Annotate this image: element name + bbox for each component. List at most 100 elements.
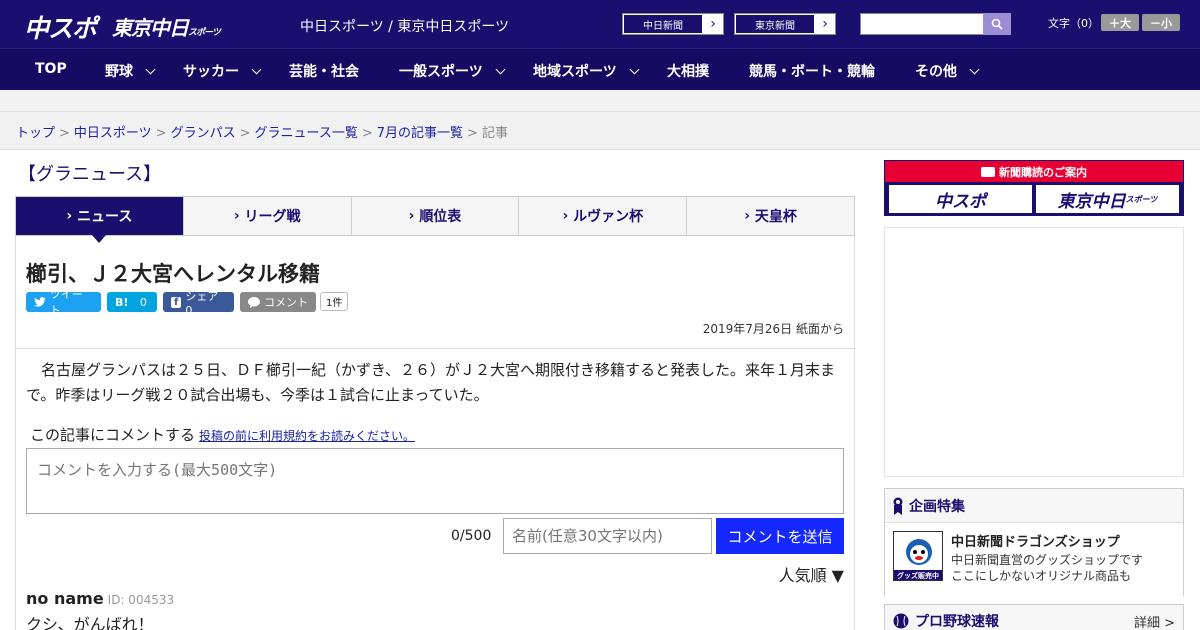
font-larger-button[interactable]: ＋大 (1101, 14, 1139, 31)
ad-slot (884, 227, 1184, 477)
name-input[interactable] (503, 518, 712, 554)
chunichi-sports-logo[interactable]: 中スポ (24, 9, 97, 45)
breadcrumb-july-articles[interactable]: 7月の記事一覧 (377, 126, 463, 141)
font-smaller-button[interactable]: －小 (1142, 14, 1180, 31)
comment-text: クシ、がんばれ！ (26, 615, 154, 630)
chevron-right-icon: › (233, 208, 245, 224)
chevron-down-icon (495, 64, 506, 74)
nav-label: 野球 (105, 64, 133, 80)
tokyo-chunichi-subscribe-logo[interactable]: 東京中日 スポーツ (1036, 185, 1179, 213)
chunichi-shimbun-link[interactable]: 中日新聞 › (622, 13, 724, 35)
featured-heading-label: 企画特集 (909, 498, 965, 515)
chevron-down-icon (251, 64, 262, 74)
nav-item-top[interactable]: TOP (35, 61, 67, 77)
speech-bubble-icon (248, 296, 260, 308)
nav-item-racing[interactable]: 競馬・ボート・競輪 (749, 61, 875, 81)
tab-label: 順位表 (419, 209, 462, 225)
breadcrumb-grampus[interactable]: グランパス (171, 126, 236, 141)
chevron-down-icon (145, 64, 156, 74)
nav-label: 地域スポーツ (533, 64, 617, 80)
char-count: 0/500 (451, 528, 492, 544)
breadcrumb-separator: > (155, 126, 167, 141)
tweet-label: ツイート (49, 288, 83, 317)
breadcrumb-separator: > (467, 126, 478, 141)
subscription-heading: 新聞購読のご案内 (885, 161, 1183, 182)
dragons-shop-item[interactable]: グッズ販売中 中日新聞ドラゴンズショップ 中日新聞直営のグッズショップです ここ… (885, 523, 1183, 596)
dragons-shop-thumbnail: グッズ販売中 (893, 531, 943, 581)
tweet-button[interactable]: ツイート (26, 288, 101, 317)
search-icon (991, 18, 1003, 30)
article-headline: 櫛引、Ｊ２大宮へレンタル移籍 (26, 262, 320, 286)
tab-levain-cup[interactable]: › ルヴァン杯 (519, 197, 688, 235)
submit-comment-button[interactable]: コメントを送信 (716, 518, 844, 554)
nav-item-other[interactable]: その他 (915, 61, 980, 81)
main-nav: TOP 野球 サッカー 芸能・社会 一般スポーツ 地域スポーツ 大相撲 競馬・ボ… (0, 48, 1200, 90)
subscription-logos: 中スポ 東京中日 スポーツ (885, 182, 1183, 216)
newspaper-icon (981, 166, 995, 177)
dragons-shop-text: 中日新聞ドラゴンズショップ 中日新聞直営のグッズショップです ここにしかないオリ… (951, 531, 1143, 588)
search-input[interactable] (860, 13, 984, 35)
breadcrumb-separator: > (361, 126, 373, 141)
chevron-down-icon (629, 64, 640, 74)
featured-panel: 企画特集 グッズ販売中 中日新聞ドラゴンズショップ 中日新聞直営のグッズショップ… (884, 488, 1184, 596)
facebook-icon: f (171, 296, 182, 308)
breadcrumb-chunichi-sports[interactable]: 中日スポーツ (74, 126, 152, 141)
site-title: 中日スポーツ / 東京中日スポーツ (300, 19, 510, 35)
top-header: 中スポ 東京中日スポーツ 中日スポーツ / 東京中日スポーツ 中日新聞 › 東京… (0, 0, 1200, 48)
tab-standings[interactable]: › 順位表 (352, 197, 520, 235)
dragons-shop-desc-1: 中日新聞直営のグッズショップです (951, 553, 1144, 567)
featured-heading: 企画特集 (885, 489, 1183, 523)
nav-item-soccer[interactable]: サッカー (183, 61, 262, 81)
tokyo-chunichi-sports-logo[interactable]: 東京中日スポーツ (112, 12, 221, 41)
tokyo-chunichi-logo-sub: スポーツ (188, 28, 221, 38)
terms-link[interactable]: 投稿の前に利用規約をお読みください。 (199, 429, 415, 443)
comment-author: no name ID: 004533 (26, 589, 174, 608)
comment-author-id: ID: 004533 (107, 593, 175, 607)
breadcrumb-news-list[interactable]: グラニュース一覧 (255, 126, 358, 141)
tokyo-chunichi-subscribe-sub: スポーツ (1125, 194, 1158, 204)
tab-label: ニュース (77, 209, 133, 225)
nav-label: 競馬・ボート・競輪 (749, 64, 875, 80)
nav-item-general-sports[interactable]: 一般スポーツ (399, 61, 506, 81)
facebook-share-label: シェア 0 (185, 289, 219, 317)
tab-emperors-cup[interactable]: › 天皇杯 (687, 197, 854, 235)
tab-league[interactable]: › リーグ戦 (184, 197, 352, 235)
dragons-shop-desc-2: ここにしかないオリジナル商品も (951, 569, 1132, 583)
article: 櫛引、Ｊ２大宮へレンタル移籍 ツイート B! 0 f シェア 0 コメント 1件 … (15, 236, 855, 630)
breadcrumb: トップ > 中日スポーツ > グランパス > グラニュース一覧 >7月の記事一覧 > 記事 (0, 112, 1200, 150)
section-tabs: › ニュース › リーグ戦 › 順位表 › ルヴァン杯 › 天皇杯 (15, 196, 855, 243)
hatena-bookmark-button[interactable]: B! 0 (107, 292, 157, 312)
chunichi-sports-subscribe-logo[interactable]: 中スポ (889, 185, 1032, 213)
hatena-bookmark-icon: B! (115, 295, 129, 309)
comment-form-heading: この記事にコメントする 投稿の前に利用規約をお読みください。 (30, 424, 415, 445)
breadcrumb-separator: > (59, 126, 70, 141)
facebook-share-button[interactable]: f シェア 0 (163, 290, 234, 317)
search-button[interactable] (983, 13, 1011, 35)
tab-news[interactable]: › ニュース (16, 197, 184, 243)
goods-sale-badge: グッズ販売中 (897, 572, 939, 580)
twitter-icon (34, 297, 46, 307)
chevron-right-icon: › (66, 208, 78, 224)
comment-author-name: no name (26, 589, 104, 608)
article-date: 2019年7月26日 紙面から (702, 322, 844, 336)
nav-item-baseball[interactable]: 野球 (105, 61, 156, 81)
baseball-details-link[interactable]: 詳細 > (1134, 612, 1175, 630)
comment-button[interactable]: コメント (240, 292, 316, 312)
nav-item-entertainment[interactable]: 芸能・社会 (289, 61, 359, 81)
tokyo-shimbun-link[interactable]: 東京新聞 › (734, 13, 836, 35)
nav-label: 大相撲 (667, 64, 709, 80)
comment-textarea[interactable] (26, 448, 844, 514)
sort-dropdown[interactable]: 人気順 ▼ (779, 562, 844, 586)
ad-band (0, 90, 1200, 112)
divider (16, 348, 854, 349)
nav-item-sumo[interactable]: 大相撲 (667, 61, 709, 81)
section-title: 【グラニュース】 (18, 164, 162, 185)
nav-item-local-sports[interactable]: 地域スポーツ (533, 61, 640, 81)
breadcrumb-separator: > (239, 126, 251, 141)
breadcrumb-top[interactable]: トップ (16, 126, 55, 141)
nav-label: サッカー (183, 64, 239, 80)
hatena-count: 0 (139, 295, 147, 309)
nav-label: TOP (35, 61, 67, 77)
breadcrumb-current: 記事 (481, 126, 508, 141)
subscription-banner[interactable]: 新聞購読のご案内 中スポ 東京中日 スポーツ (884, 160, 1184, 216)
